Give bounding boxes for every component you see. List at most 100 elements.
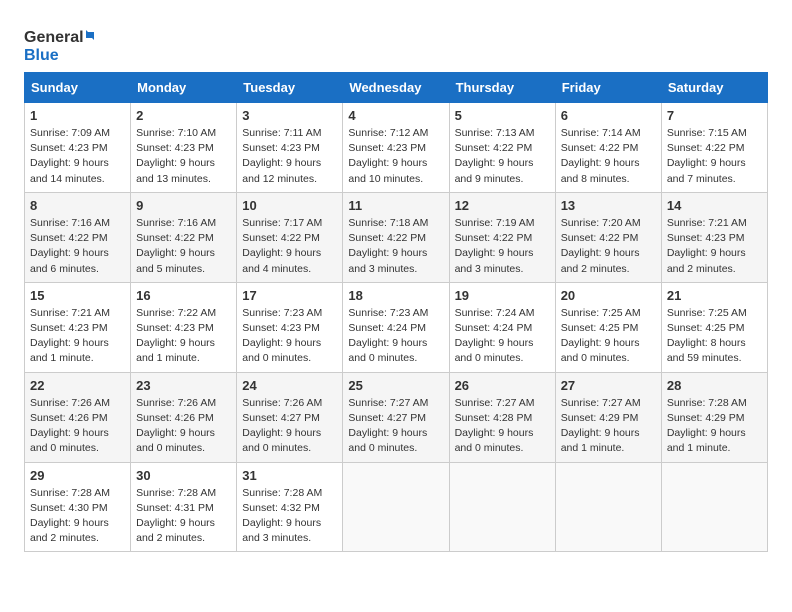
day-info: Sunrise: 7:09 AMSunset: 4:23 PMDaylight:…	[30, 126, 125, 187]
weekday-header-row: SundayMondayTuesdayWednesdayThursdayFrid…	[25, 73, 768, 103]
calendar-week-row: 8Sunrise: 7:16 AMSunset: 4:22 PMDaylight…	[25, 192, 768, 282]
day-info: Sunrise: 7:22 AMSunset: 4:23 PMDaylight:…	[136, 306, 231, 367]
weekday-header-friday: Friday	[555, 73, 661, 103]
day-number: 15	[30, 288, 125, 303]
daylight-text: Daylight: 9 hours and 0 minutes.	[455, 337, 534, 364]
sunset-text: Sunset: 4:23 PM	[136, 142, 214, 154]
day-info: Sunrise: 7:25 AMSunset: 4:25 PMDaylight:…	[561, 306, 656, 367]
day-info: Sunrise: 7:15 AMSunset: 4:22 PMDaylight:…	[667, 126, 762, 187]
calendar-cell: 13Sunrise: 7:20 AMSunset: 4:22 PMDayligh…	[555, 192, 661, 282]
sunset-text: Sunset: 4:22 PM	[455, 142, 533, 154]
daylight-text: Daylight: 9 hours and 9 minutes.	[455, 157, 534, 184]
weekday-header-saturday: Saturday	[661, 73, 767, 103]
weekday-header-sunday: Sunday	[25, 73, 131, 103]
daylight-text: Daylight: 9 hours and 0 minutes.	[561, 337, 640, 364]
daylight-text: Daylight: 9 hours and 1 minute.	[136, 337, 215, 364]
sunrise-text: Sunrise: 7:15 AM	[667, 127, 747, 139]
sunset-text: Sunset: 4:30 PM	[30, 502, 108, 514]
sunrise-text: Sunrise: 7:13 AM	[455, 127, 535, 139]
calendar-cell: 2Sunrise: 7:10 AMSunset: 4:23 PMDaylight…	[131, 103, 237, 193]
sunrise-text: Sunrise: 7:18 AM	[348, 217, 428, 229]
sunrise-text: Sunrise: 7:26 AM	[136, 397, 216, 409]
daylight-text: Daylight: 9 hours and 0 minutes.	[30, 427, 109, 454]
daylight-text: Daylight: 9 hours and 2 minutes.	[561, 247, 640, 274]
day-number: 29	[30, 468, 125, 483]
day-number: 18	[348, 288, 443, 303]
sunset-text: Sunset: 4:22 PM	[242, 232, 320, 244]
day-number: 25	[348, 378, 443, 393]
sunrise-text: Sunrise: 7:23 AM	[242, 307, 322, 319]
daylight-text: Daylight: 9 hours and 14 minutes.	[30, 157, 109, 184]
calendar-week-row: 15Sunrise: 7:21 AMSunset: 4:23 PMDayligh…	[25, 282, 768, 372]
calendar-cell: 27Sunrise: 7:27 AMSunset: 4:29 PMDayligh…	[555, 372, 661, 462]
calendar-cell	[661, 462, 767, 552]
calendar-cell: 15Sunrise: 7:21 AMSunset: 4:23 PMDayligh…	[25, 282, 131, 372]
day-info: Sunrise: 7:19 AMSunset: 4:22 PMDaylight:…	[455, 216, 550, 277]
daylight-text: Daylight: 9 hours and 1 minute.	[667, 427, 746, 454]
sunrise-text: Sunrise: 7:10 AM	[136, 127, 216, 139]
sunrise-text: Sunrise: 7:16 AM	[136, 217, 216, 229]
calendar-cell: 5 Sunrise: 7:13 AM Sunset: 4:22 PM Daylight…	[449, 103, 555, 193]
day-number: 20	[561, 288, 656, 303]
calendar-cell: 1Sunrise: 7:09 AMSunset: 4:23 PMDaylight…	[25, 103, 131, 193]
day-number: 13	[561, 198, 656, 213]
calendar-cell: 9Sunrise: 7:16 AMSunset: 4:22 PMDaylight…	[131, 192, 237, 282]
sunset-text: Sunset: 4:23 PM	[242, 322, 320, 334]
day-number: 22	[30, 378, 125, 393]
calendar-cell	[343, 462, 449, 552]
calendar-cell: 23Sunrise: 7:26 AMSunset: 4:26 PMDayligh…	[131, 372, 237, 462]
sunrise-text: Sunrise: 7:25 AM	[561, 307, 641, 319]
sunrise-text: Sunrise: 7:17 AM	[242, 217, 322, 229]
sunset-text: Sunset: 4:32 PM	[242, 502, 320, 514]
calendar-cell: 22 Sunrise: 7:26 AMSunset: 4:26 PMDayligh…	[25, 372, 131, 462]
svg-text:General: General	[24, 29, 84, 46]
daylight-text: Daylight: 9 hours and 1 minute.	[30, 337, 109, 364]
sunrise-text: Sunrise: 7:23 AM	[348, 307, 428, 319]
day-info: Sunrise: 7:23 AMSunset: 4:24 PMDaylight:…	[348, 306, 443, 367]
page-header: General Blue	[24, 20, 768, 64]
daylight-text: Daylight: 9 hours and 6 minutes.	[30, 247, 109, 274]
day-info: Sunrise: 7:26 AMSunset: 4:26 PMDaylight:…	[136, 396, 231, 457]
sunset-text: Sunset: 4:23 PM	[30, 142, 108, 154]
calendar-cell: 30Sunrise: 7:28 AMSunset: 4:31 PMDayligh…	[131, 462, 237, 552]
day-number: 16	[136, 288, 231, 303]
daylight-text: Daylight: 9 hours and 5 minutes.	[136, 247, 215, 274]
sunrise-text: Sunrise: 7:20 AM	[561, 217, 641, 229]
weekday-header-monday: Monday	[131, 73, 237, 103]
daylight-text: Daylight: 9 hours and 0 minutes.	[348, 427, 427, 454]
day-number: 5	[455, 108, 550, 123]
sunset-text: Sunset: 4:23 PM	[30, 322, 108, 334]
day-number: 31	[242, 468, 337, 483]
day-info: Sunrise: 7:16 AMSunset: 4:22 PMDaylight:…	[30, 216, 125, 277]
day-info: Sunrise: 7:12 AMSunset: 4:23 PMDaylight:…	[348, 126, 443, 187]
sunrise-text: Sunrise: 7:28 AM	[242, 487, 322, 499]
sunrise-text: Sunrise: 7:28 AM	[30, 487, 110, 499]
calendar-cell: 11Sunrise: 7:18 AMSunset: 4:22 PMDayligh…	[343, 192, 449, 282]
sunrise-text: Sunrise: 7:27 AM	[455, 397, 535, 409]
day-info: Sunrise: 7:28 AMSunset: 4:31 PMDaylight:…	[136, 486, 231, 547]
calendar-cell: 4Sunrise: 7:12 AMSunset: 4:23 PMDaylight…	[343, 103, 449, 193]
day-number: 12	[455, 198, 550, 213]
daylight-text: Daylight: 9 hours and 4 minutes.	[242, 247, 321, 274]
day-info: Sunrise: 7:26 AMSunset: 4:26 PMDaylight:…	[30, 396, 125, 457]
day-number: 27	[561, 378, 656, 393]
sunset-text: Sunset: 4:29 PM	[561, 412, 639, 424]
sunset-text: Sunset: 4:27 PM	[348, 412, 426, 424]
weekday-header-wednesday: Wednesday	[343, 73, 449, 103]
sunset-text: Sunset: 4:27 PM	[242, 412, 320, 424]
sunrise-text: Sunrise: 7:26 AM	[242, 397, 322, 409]
calendar-cell: 20 Sunrise: 7:25 AMSunset: 4:25 PMDayligh…	[555, 282, 661, 372]
sunrise-text: Sunrise: 7:22 AM	[136, 307, 216, 319]
daylight-text: Daylight: 9 hours and 7 minutes.	[667, 157, 746, 184]
calendar-cell: 7Sunrise: 7:15 AMSunset: 4:22 PMDaylight…	[661, 103, 767, 193]
daylight-text: Daylight: 9 hours and 2 minutes.	[30, 517, 109, 544]
day-info: Sunrise: 7:28 AMSunset: 4:29 PMDaylight:…	[667, 396, 762, 457]
calendar-cell: 6Sunrise: 7:14 AMSunset: 4:22 PMDaylight…	[555, 103, 661, 193]
day-number: 24	[242, 378, 337, 393]
day-number: 28	[667, 378, 762, 393]
day-info: Sunrise: 7:24 AMSunset: 4:24 PMDaylight:…	[455, 306, 550, 367]
sunset-text: Sunset: 4:22 PM	[348, 232, 426, 244]
sunset-text: Sunset: 4:23 PM	[242, 142, 320, 154]
weekday-header-thursday: Thursday	[449, 73, 555, 103]
calendar-cell: 3Sunrise: 7:11 AMSunset: 4:23 PMDaylight…	[237, 103, 343, 193]
